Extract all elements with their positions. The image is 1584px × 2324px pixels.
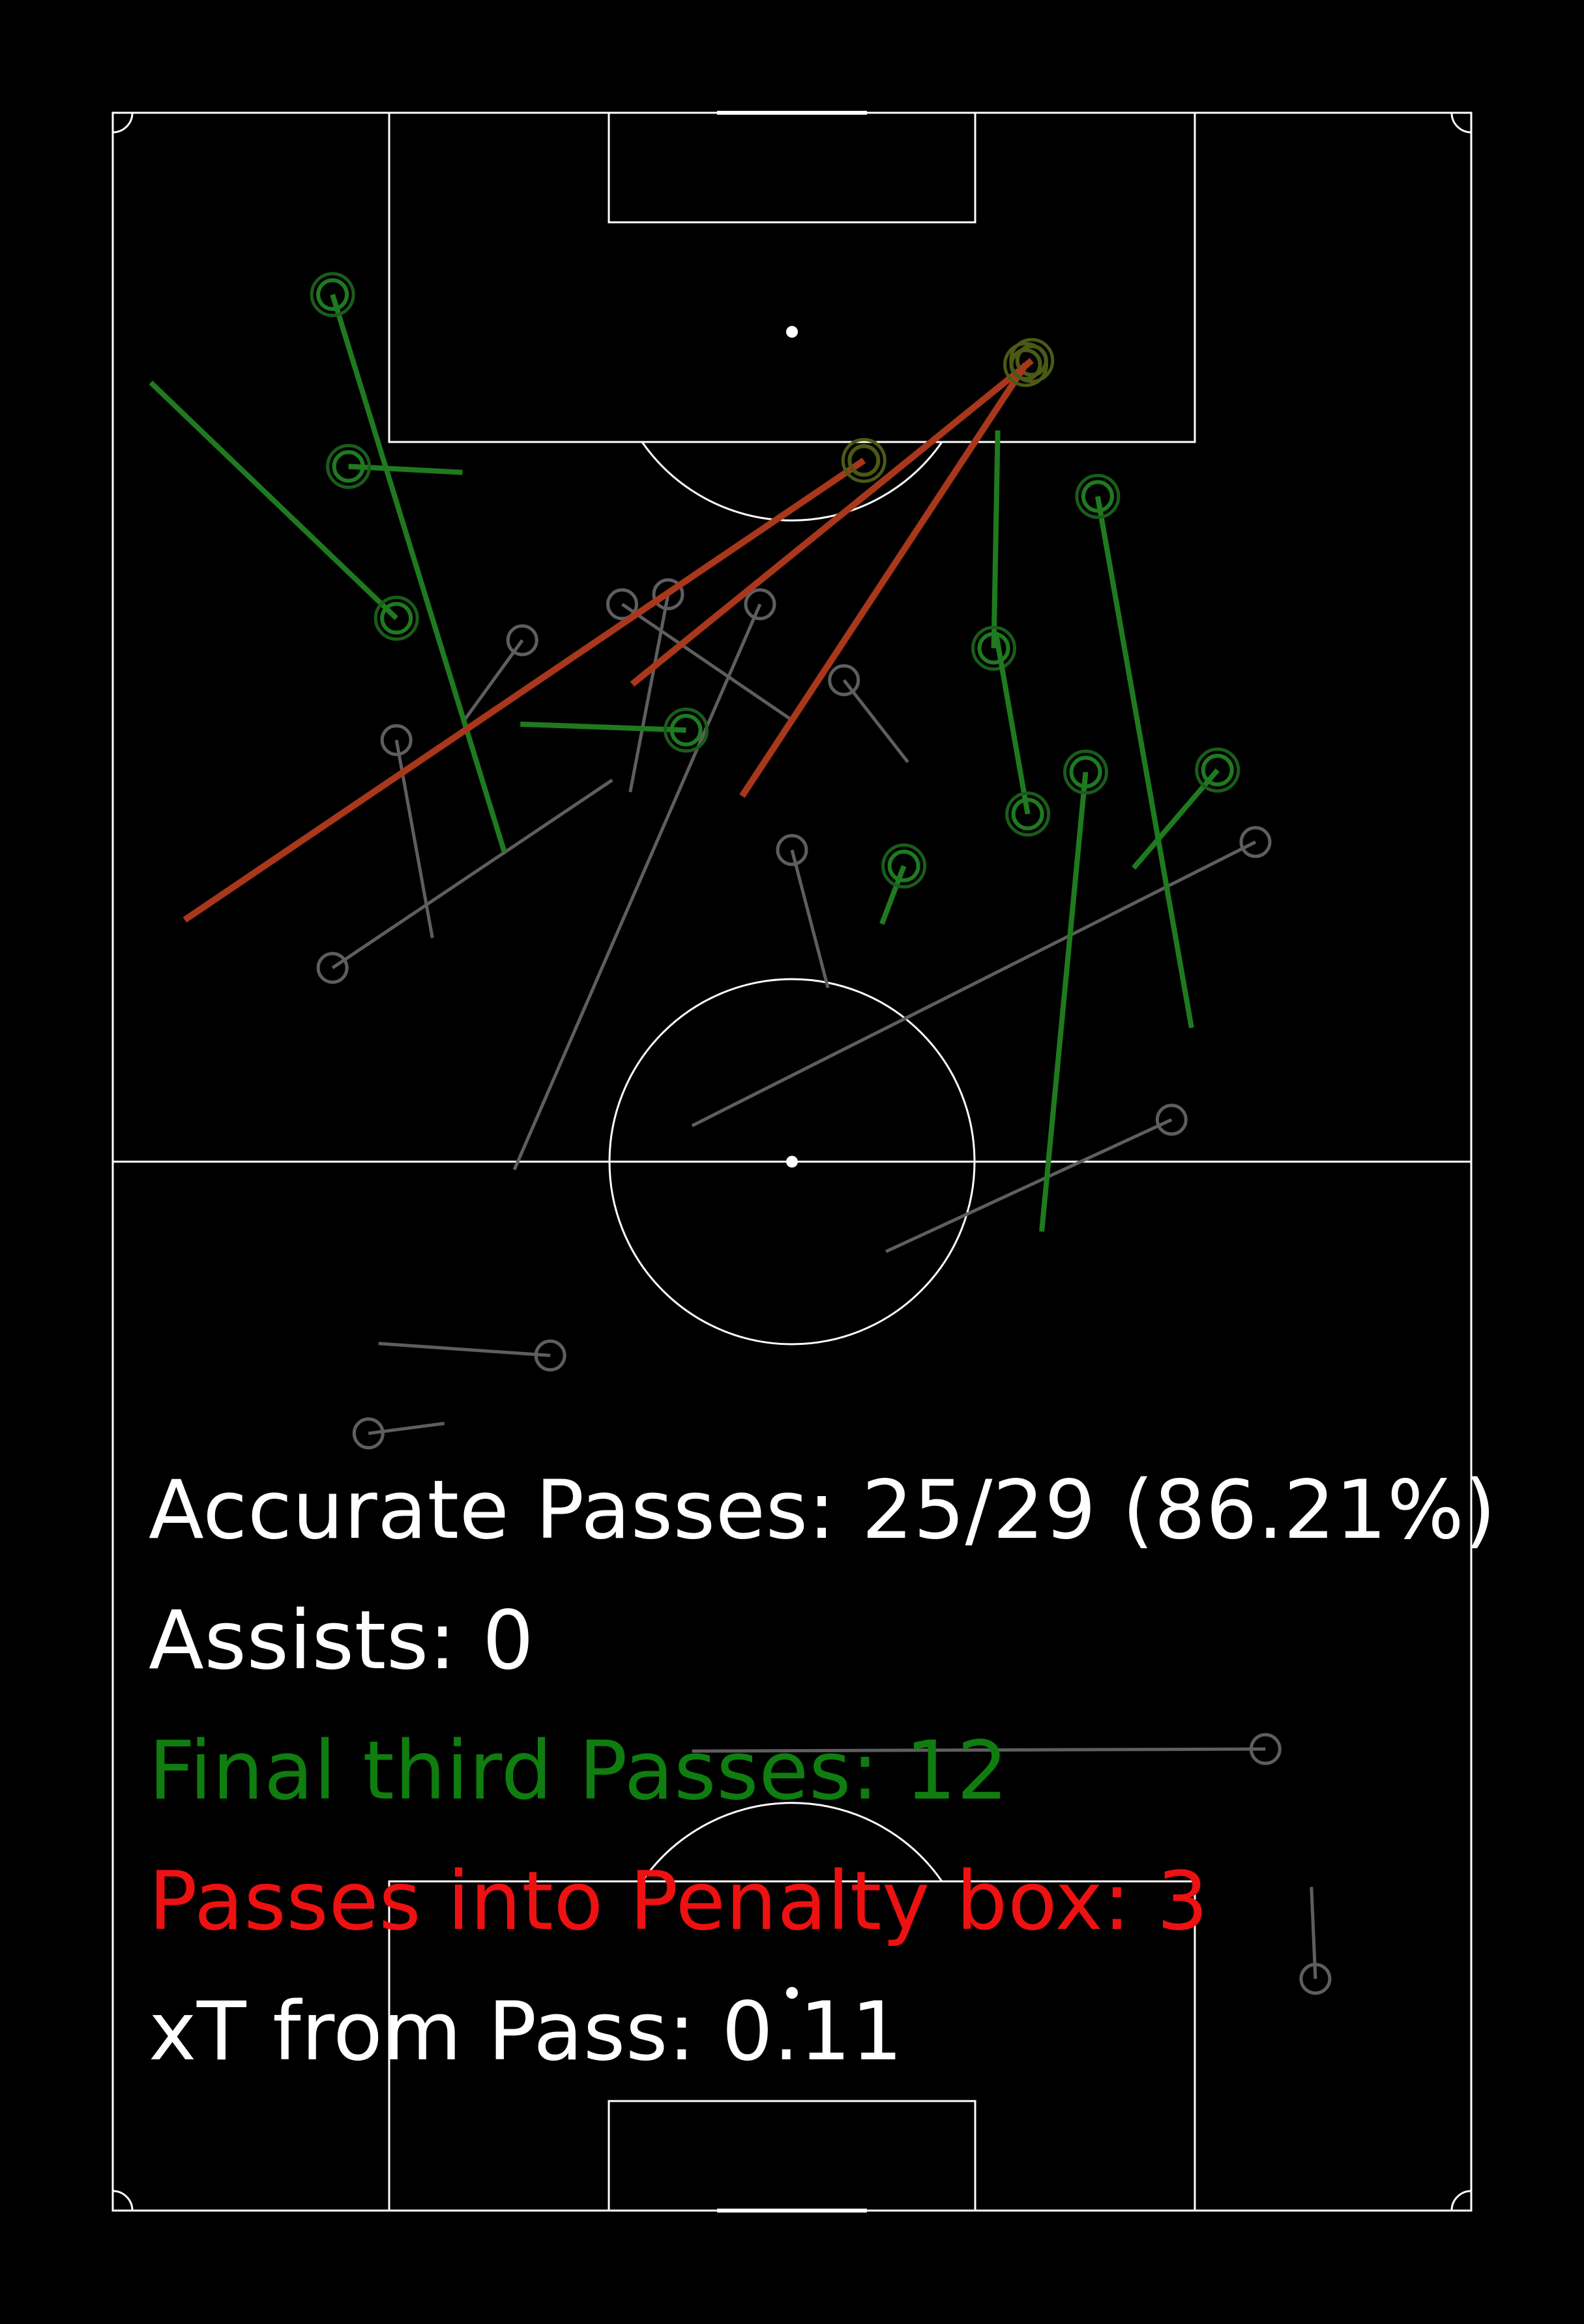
pass-line-penalty-box-24: [183, 458, 866, 923]
centre-spot: [786, 1156, 798, 1168]
stat-penalty-box-passes: Passes into Penalty box: 3: [149, 1855, 1209, 1949]
pass-line-final-third-20: [1094, 495, 1194, 1029]
corner-arc-top-left: [112, 112, 134, 134]
corner-arc-bottom-right: [1450, 2190, 1472, 2211]
pass-line-final-third-14: [330, 293, 507, 853]
top-six-yard-box: [608, 111, 976, 224]
stat-accurate-passes: Accurate Passes: 25/29 (86.21%): [149, 1464, 1497, 1557]
pass-line-final-third-17: [520, 721, 686, 733]
pass-line-normal-4: [331, 778, 613, 969]
pass-line-normal-5: [512, 603, 762, 1171]
top-penalty-spot: [786, 326, 798, 338]
top-penalty-area: [388, 111, 1196, 443]
pass-line-final-third-16: [348, 463, 463, 475]
pass-line-normal-7: [885, 1118, 1173, 1254]
pass-line-final-third-18: [991, 430, 1001, 649]
pass-line-normal-13: [790, 849, 830, 988]
pass-map-pitch: [111, 111, 1473, 2213]
pass-line-final-third-15: [149, 380, 398, 621]
stat-final-third-passes: Final third Passes: 12: [149, 1724, 1009, 1818]
corner-arc-bottom-left: [112, 2190, 134, 2211]
pass-line-penalty-box-25: [630, 358, 1034, 687]
stat-assists: Assists: 0: [149, 1594, 535, 1688]
bottom-six-yard-box: [608, 2100, 976, 2212]
pass-line-normal-1: [378, 1342, 551, 1357]
pass-line-normal-6: [691, 840, 1257, 1128]
stat-xt-from-pass: xT from Pass: 0.11: [149, 1985, 903, 2079]
corner-arc-top-right: [1450, 112, 1472, 134]
